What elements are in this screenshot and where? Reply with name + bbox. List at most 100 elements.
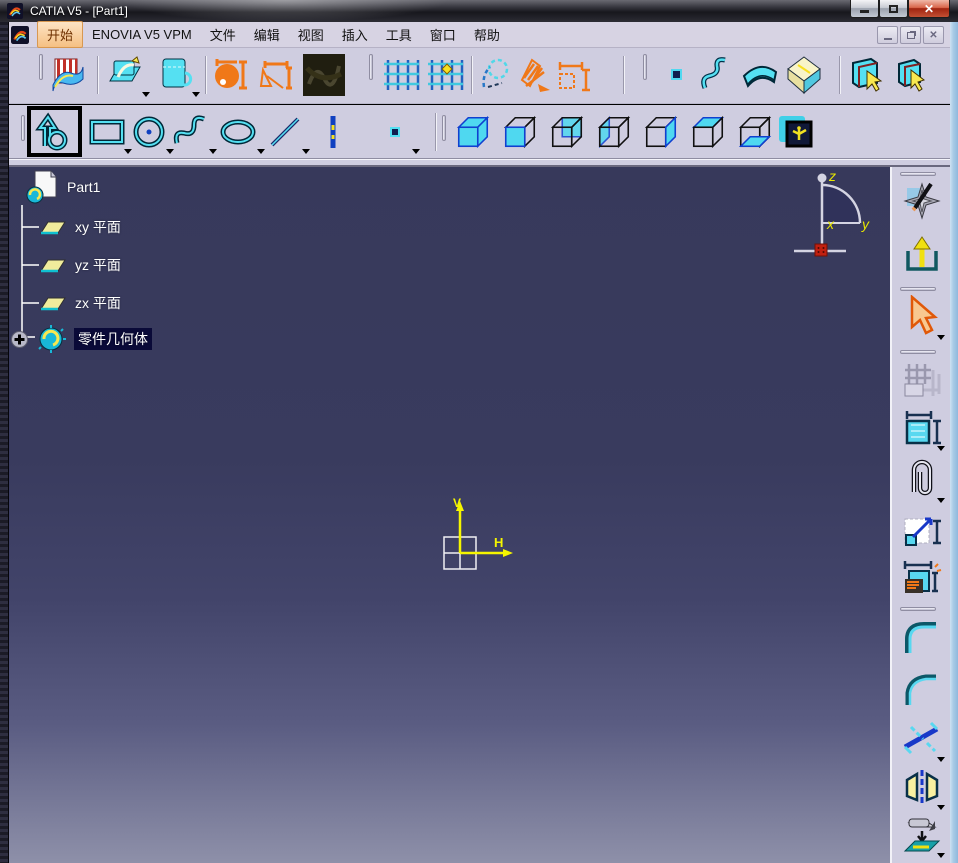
- rectangle-icon[interactable]: [87, 110, 132, 154]
- spline-curve-icon[interactable]: [699, 53, 735, 97]
- toolbar-handle[interactable]: [900, 172, 936, 176]
- constraint-dialog-icon[interactable]: [901, 407, 945, 451]
- tree-label-yz[interactable]: yz 平面: [75, 255, 121, 275]
- chamfer-icon[interactable]: [901, 670, 943, 712]
- mdi-controls: ✕: [877, 26, 944, 44]
- named-views-icon[interactable]: [775, 110, 815, 154]
- tree-label-xy[interactable]: xy 平面: [75, 217, 121, 237]
- ellipse-icon[interactable]: [216, 110, 265, 154]
- cut-plane-icon[interactable]: [517, 53, 555, 97]
- toolbar-handle[interactable]: [21, 115, 25, 141]
- tree-node-root[interactable]: Part1: [25, 169, 100, 205]
- menu-window[interactable]: 窗口: [421, 22, 465, 47]
- mdi-minimize-button[interactable]: [877, 26, 898, 44]
- client-area: Part1 xy 平面 yz 平面 zx 平面 零件几何体 z y x V H: [9, 167, 950, 863]
- sketch-analysis-icon[interactable]: [477, 53, 513, 97]
- toolbar-handle[interactable]: [643, 54, 647, 80]
- grid-point-icon[interactable]: [425, 53, 465, 97]
- corner-icon[interactable]: [901, 618, 943, 660]
- sketch-tools-icon[interactable]: [901, 359, 943, 401]
- catia-app-icon: [7, 3, 23, 19]
- tree-node-yz-plane[interactable]: yz 平面: [39, 255, 121, 275]
- dimension-constraint-icon[interactable]: [901, 509, 943, 551]
- circle-constraint-icon[interactable]: [212, 53, 252, 97]
- tree-label-zx[interactable]: zx 平面: [75, 293, 121, 313]
- circle-icon[interactable]: [129, 110, 174, 154]
- point-icon[interactable]: [375, 110, 420, 154]
- expand-icon[interactable]: [11, 330, 28, 348]
- compass-z-label: z: [828, 169, 836, 184]
- texture-icon[interactable]: [301, 53, 347, 97]
- bounding-box-icon[interactable]: [784, 53, 824, 97]
- menu-view[interactable]: 视图: [289, 22, 333, 47]
- auto-constraint-icon[interactable]: [901, 557, 943, 599]
- menu-insert[interactable]: 插入: [333, 22, 377, 47]
- axis-v-label: V: [453, 496, 461, 510]
- select-arrow-icon[interactable]: [901, 295, 945, 340]
- toolbar-handle[interactable]: [39, 54, 43, 80]
- dimensions-icon[interactable]: [555, 53, 593, 97]
- menu-tools[interactable]: 工具: [377, 22, 421, 47]
- front-view-icon[interactable]: [500, 110, 540, 154]
- toolbar-handle[interactable]: [900, 287, 936, 291]
- catalog-browser-2-icon[interactable]: [892, 53, 930, 97]
- exit-workbench-icon[interactable]: [901, 234, 943, 276]
- bottom-view-icon[interactable]: [735, 110, 775, 154]
- constraint-clip-icon[interactable]: [901, 459, 945, 503]
- toolbar-handle[interactable]: [369, 54, 373, 80]
- toolbar-separator: [471, 56, 473, 94]
- left-view-icon[interactable]: [594, 110, 634, 154]
- plane-icon: [40, 221, 66, 235]
- back-view-icon[interactable]: [547, 110, 587, 154]
- catia-document-icon: [11, 25, 29, 44]
- toolbar-separator: [839, 56, 841, 94]
- tree-node-zx-plane[interactable]: zx 平面: [39, 293, 121, 313]
- grid-icon[interactable]: [381, 53, 421, 97]
- trim-icon[interactable]: [901, 718, 945, 762]
- toolbar-separator: [97, 56, 99, 94]
- view-compass[interactable]: z y x: [772, 169, 872, 261]
- positioned-sketch-icon[interactable]: [155, 53, 200, 97]
- mdi-restore-button[interactable]: [900, 26, 921, 44]
- catalog-browser-icon[interactable]: [847, 53, 885, 97]
- point-dot-icon[interactable]: [661, 53, 693, 97]
- line-icon[interactable]: [265, 110, 310, 154]
- tree-label-part-body[interactable]: 零件几何体: [74, 328, 152, 350]
- minimize-button[interactable]: [850, 0, 879, 18]
- isometric-view-icon[interactable]: [453, 110, 493, 154]
- menu-file[interactable]: 文件: [201, 22, 245, 47]
- titlebar-glow: [120, 0, 450, 22]
- toolbar-handle[interactable]: [900, 607, 936, 611]
- menu-edit[interactable]: 编辑: [245, 22, 289, 47]
- maximize-button[interactable]: [879, 0, 908, 18]
- right-view-icon[interactable]: [641, 110, 681, 154]
- plane-icon: [40, 259, 66, 273]
- menu-bar: 开始 ENOVIA V5 VPM 文件 编辑 视图 插入 工具 窗口 帮助 ✕: [9, 21, 950, 48]
- surface-flag-icon[interactable]: [48, 53, 88, 97]
- mirror-icon[interactable]: [901, 766, 945, 810]
- dimension-frame-icon[interactable]: [256, 53, 296, 97]
- axis-icon[interactable]: [315, 110, 351, 154]
- spline-icon[interactable]: [172, 110, 217, 154]
- menu-help[interactable]: 帮助: [465, 22, 509, 47]
- toolbar-handle[interactable]: [442, 115, 446, 141]
- sketcher-workbench-icon[interactable]: [901, 180, 943, 222]
- top-view-icon[interactable]: [688, 110, 728, 154]
- standard-toolbar: [9, 48, 950, 104]
- menu-enovia[interactable]: ENOVIA V5 VPM: [83, 24, 201, 45]
- project-3d-icon[interactable]: [901, 814, 945, 858]
- toolbar-separator: [435, 113, 437, 151]
- surface-patch-icon[interactable]: [740, 53, 780, 97]
- tree-node-xy-plane[interactable]: xy 平面: [39, 217, 121, 237]
- close-button[interactable]: ✕: [908, 0, 950, 18]
- toolbar-handle[interactable]: [900, 350, 936, 354]
- menu-start[interactable]: 开始: [37, 21, 84, 48]
- compass-x-label: x: [826, 216, 835, 232]
- profile-icon[interactable]: [34, 110, 75, 154]
- mdi-close-button[interactable]: ✕: [923, 26, 944, 44]
- tree-root-label[interactable]: Part1: [67, 179, 100, 195]
- origin-axes[interactable]: V H: [430, 495, 518, 580]
- sketch-icon[interactable]: [105, 53, 150, 97]
- tree-node-part-body[interactable]: 零件几何体: [11, 325, 152, 353]
- viewport-3d[interactable]: Part1 xy 平面 yz 平面 zx 平面 零件几何体 z y x V H: [9, 167, 890, 863]
